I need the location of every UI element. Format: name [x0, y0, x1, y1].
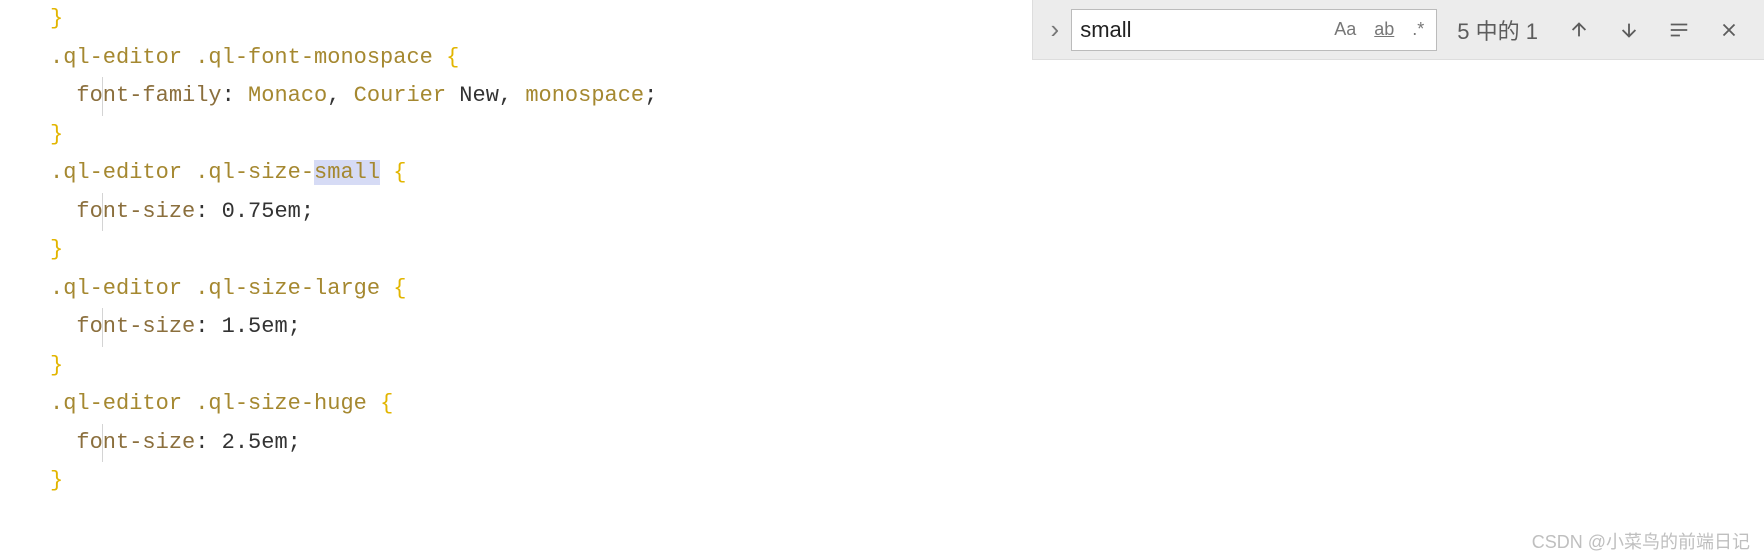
toggle-replace-icon[interactable]: › — [1047, 14, 1064, 45]
code-token: ; — [644, 83, 657, 108]
code-token: : 2.5em — [195, 430, 287, 455]
code-token: } — [50, 122, 63, 147]
close-icon[interactable] — [1708, 13, 1750, 47]
whole-word-icon[interactable]: ab — [1370, 17, 1398, 42]
regex-icon[interactable]: .* — [1408, 17, 1428, 42]
code-editor[interactable]: } .ql-editor .ql-font-monospace { font-fa… — [0, 0, 1764, 501]
prev-match-icon[interactable] — [1558, 13, 1600, 47]
code-token: } — [50, 468, 63, 493]
code-token — [380, 160, 393, 185]
code-line[interactable]: } — [50, 116, 1764, 155]
code-token: : — [222, 83, 248, 108]
code-line[interactable]: .ql-editor .ql-size-large { — [50, 270, 1764, 309]
code-token: : 0.75em — [195, 199, 301, 224]
code-line[interactable]: font-size: 2.5em; — [50, 424, 1764, 463]
code-token: : 1.5em — [195, 314, 287, 339]
code-token: .ql-editor .ql-size-large — [50, 276, 393, 301]
search-input[interactable] — [1080, 17, 1320, 43]
code-token: Monaco — [248, 83, 327, 108]
code-line[interactable]: font-family: Monaco, Courier New, monosp… — [50, 77, 1764, 116]
code-line[interactable]: font-size: 1.5em; — [50, 308, 1764, 347]
code-token: } — [50, 237, 63, 262]
code-line[interactable]: font-size: 0.75em; — [50, 193, 1764, 232]
code-token: ; — [288, 430, 301, 455]
code-token: ; — [288, 314, 301, 339]
code-token: font-size — [76, 430, 195, 455]
search-result-count: 5 中的 1 — [1445, 14, 1550, 46]
code-token: { — [393, 160, 406, 185]
code-token: , — [327, 83, 353, 108]
search-input-container: Aa ab .* — [1071, 9, 1437, 51]
next-match-icon[interactable] — [1608, 13, 1650, 47]
find-widget: › Aa ab .* 5 中的 1 — [1032, 0, 1764, 60]
code-token: { — [393, 276, 406, 301]
code-line[interactable]: .ql-editor .ql-size-huge { — [50, 385, 1764, 424]
code-token: } — [50, 353, 63, 378]
code-token: .ql-editor .ql-font-monospace — [50, 45, 446, 70]
code-token: Courier — [354, 83, 446, 108]
code-token: .ql-editor .ql-size- — [50, 160, 314, 185]
code-token: .ql-editor .ql-size-huge — [50, 391, 380, 416]
filter-icon[interactable] — [1658, 13, 1700, 47]
code-token: New, — [446, 83, 525, 108]
code-line[interactable]: } — [50, 347, 1764, 386]
code-token: { — [380, 391, 393, 416]
case-sensitive-icon[interactable]: Aa — [1330, 17, 1360, 42]
code-token: { — [446, 45, 459, 70]
code-token: ; — [301, 199, 314, 224]
code-token: small — [314, 160, 380, 185]
code-token: monospace — [525, 83, 644, 108]
code-line[interactable]: .ql-editor .ql-size-small { — [50, 154, 1764, 193]
code-line[interactable]: } — [50, 462, 1764, 501]
code-token: font-size — [76, 314, 195, 339]
code-line[interactable]: } — [50, 231, 1764, 270]
watermark-text: CSDN @小菜鸟的前端日记 — [1532, 528, 1750, 554]
code-token: } — [50, 6, 63, 31]
code-token: font-family — [76, 83, 221, 108]
code-token: font-size — [76, 199, 195, 224]
